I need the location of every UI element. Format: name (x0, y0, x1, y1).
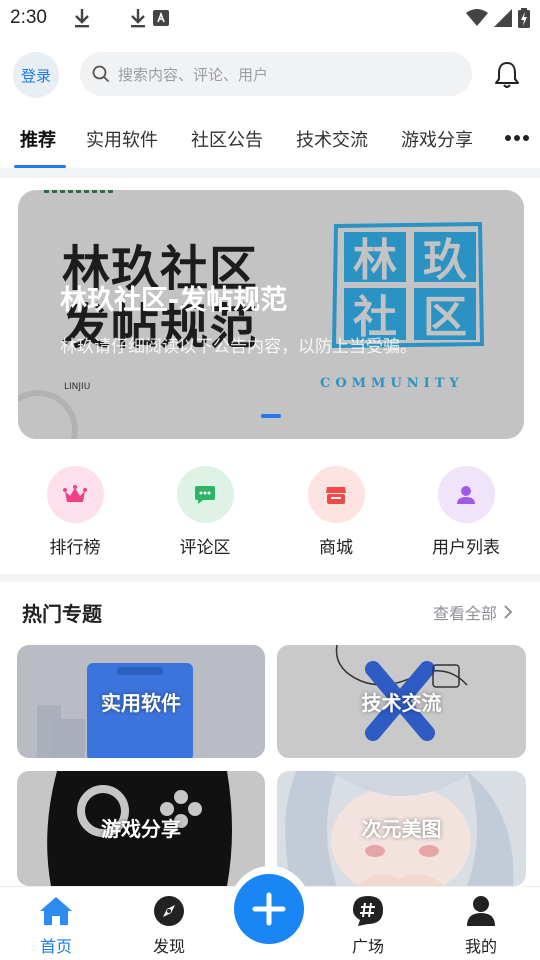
nav-discover[interactable]: 发现 (139, 895, 199, 957)
chat-icon (195, 485, 215, 504)
decorative-ring (18, 390, 78, 439)
quick-nav-label: 商城 (319, 538, 353, 558)
tab-announcements[interactable]: 社区公告 (191, 126, 263, 152)
banner-carousel[interactable]: 林玖社区 发帖规范 林 玖 社 区 COMMUNITY LINJIU 林玖社区-… (18, 190, 524, 439)
quick-nav-ranking[interactable]: 排行榜 (25, 466, 125, 558)
quick-nav-label: 用户列表 (432, 538, 500, 558)
divider (0, 168, 540, 178)
topic-card-label: 实用软件 (101, 691, 181, 715)
divider (0, 574, 540, 582)
section-title: 热门专题 (22, 602, 102, 626)
crown-icon (63, 484, 87, 502)
topic-card-games[interactable]: 游戏分享 (17, 771, 265, 886)
nav-square[interactable]: 广场 (338, 895, 398, 957)
chevron-right-icon (504, 605, 513, 619)
nav-mine[interactable]: 我的 (451, 895, 511, 957)
compass-icon (154, 896, 184, 926)
topic-card-tech[interactable]: 技术交流 (277, 645, 526, 758)
tab-games[interactable]: 游戏分享 (401, 126, 473, 152)
search-placeholder: 搜索内容、评论、用户 (118, 65, 269, 84)
tab-useful-software[interactable]: 实用软件 (86, 126, 158, 152)
tab-tech[interactable]: 技术交流 (296, 126, 368, 152)
battery-icon (518, 8, 530, 28)
banner-subtitle: 林玖请仔细阅读以下公告内容，以防上当受骗。 (60, 337, 417, 357)
search-bar[interactable]: 搜索内容、评论、用户 (80, 52, 472, 96)
community-text: COMMUNITY (320, 376, 464, 391)
login-button[interactable]: 登录 (13, 52, 59, 98)
plus-icon (252, 892, 286, 926)
more-icon[interactable] (503, 128, 531, 148)
topic-card-label: 次元美图 (361, 817, 442, 841)
carousel-indicator[interactable] (261, 414, 281, 418)
store-icon (326, 486, 346, 504)
quick-nav-comments[interactable]: 评论区 (155, 466, 255, 558)
tab-recommend[interactable]: 推荐 (20, 126, 56, 152)
banner-title: 林玖社区-发帖规范 (60, 285, 288, 316)
top-bar: 登录 搜索内容、评论、用户 (0, 48, 540, 100)
svg-text:玖: 玖 (423, 235, 467, 286)
quick-nav-store[interactable]: 商城 (286, 466, 386, 558)
svg-text:区: 区 (423, 292, 467, 343)
topic-card-label: 技术交流 (361, 691, 442, 715)
user-icon (457, 485, 475, 504)
download-icon (74, 9, 89, 28)
wifi-icon (466, 9, 488, 26)
status-bar: 2:30 (0, 0, 540, 36)
svg-text:林: 林 (353, 235, 397, 286)
app-notification-icon (152, 10, 169, 26)
hashtag-icon (353, 896, 383, 926)
profile-icon (467, 896, 495, 926)
topic-card-label: 游戏分享 (101, 817, 181, 841)
quick-nav-label: 评论区 (179, 538, 231, 558)
status-time: 2:30 (10, 7, 47, 28)
notification-bell-icon[interactable] (492, 60, 522, 90)
topic-card-anime[interactable]: 次元美图 (277, 771, 526, 886)
community-logo: 林 玖 社 区 (331, 221, 485, 348)
create-post-button[interactable] (234, 874, 304, 944)
quick-nav-users[interactable]: 用户列表 (416, 466, 516, 558)
download-icon (130, 9, 145, 28)
signal-icon (494, 9, 512, 27)
category-tabs: 推荐 实用软件 社区公告 技术交流 游戏分享 (0, 112, 540, 168)
quick-nav-label: 排行榜 (49, 538, 101, 558)
home-icon (40, 897, 72, 925)
topic-card-software[interactable]: 实用软件 (17, 645, 265, 758)
linjiu-text: LINJIU (64, 382, 91, 392)
quick-nav: 排行榜 评论区 商城 用户列表 (0, 466, 540, 566)
search-icon (92, 65, 110, 83)
see-all-link[interactable]: 查看全部 (433, 600, 513, 624)
nav-home[interactable]: 首页 (26, 895, 86, 957)
